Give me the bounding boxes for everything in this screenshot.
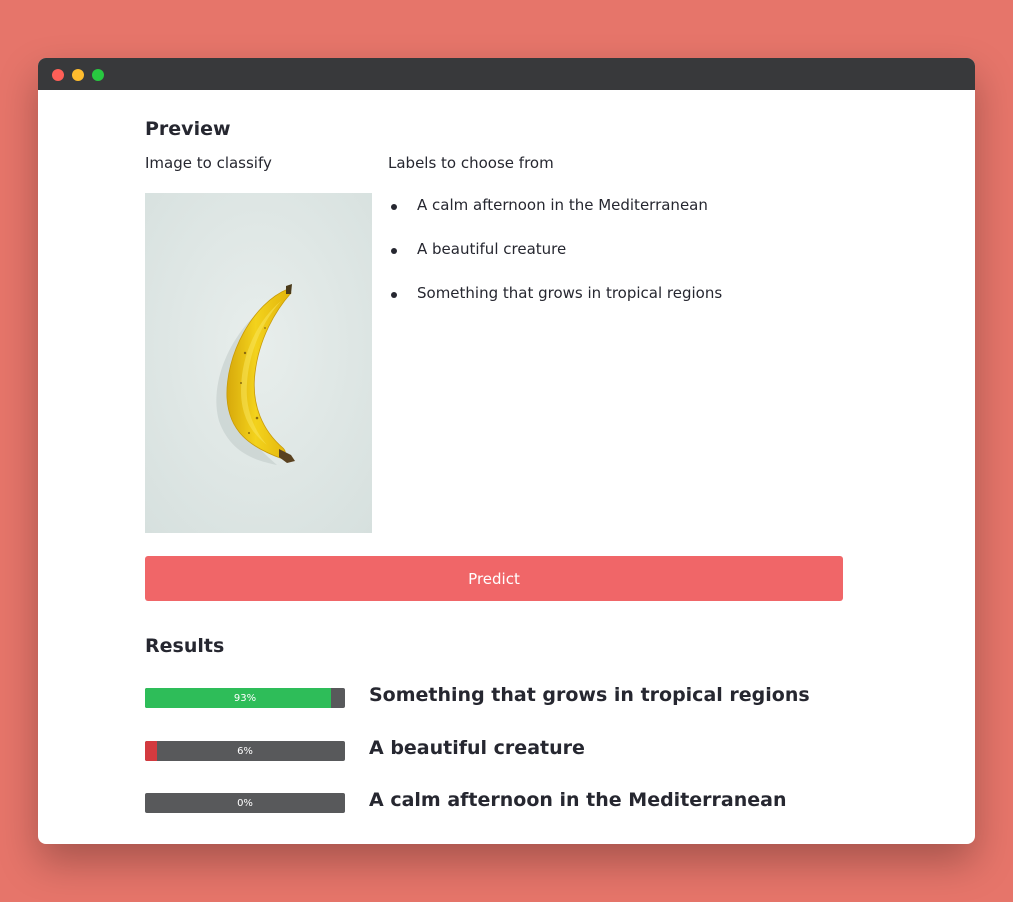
image-to-classify-label: Image to classify bbox=[145, 154, 272, 172]
label-text: A beautiful creature bbox=[417, 240, 567, 258]
minimize-window-dot-icon[interactable] bbox=[72, 69, 84, 81]
window-titlebar bbox=[38, 58, 975, 90]
confidence-percent: 0% bbox=[237, 797, 253, 809]
result-label: A beautiful creature bbox=[369, 737, 585, 759]
result-row: 6% A beautiful creature bbox=[145, 737, 843, 761]
result-label: Something that grows in tropical regions bbox=[369, 684, 810, 706]
labels-list: A calm afternoon in the Mediterranean A … bbox=[388, 196, 722, 328]
app-window: Preview Image to classify Labels to choo… bbox=[38, 58, 975, 844]
label-text: A calm afternoon in the Mediterranean bbox=[417, 196, 708, 214]
confidence-bar: 6% bbox=[145, 741, 345, 761]
result-label: A calm afternoon in the Mediterranean bbox=[369, 789, 787, 811]
confidence-percent: 6% bbox=[237, 745, 253, 757]
bullet-icon bbox=[391, 204, 397, 210]
preview-heading: Preview bbox=[145, 118, 231, 140]
bullet-icon bbox=[391, 292, 397, 298]
labels-to-choose-label: Labels to choose from bbox=[388, 154, 554, 172]
list-item: Something that grows in tropical regions bbox=[388, 284, 722, 328]
result-row: 93% Something that grows in tropical reg… bbox=[145, 684, 843, 708]
bullet-icon bbox=[391, 248, 397, 254]
list-item: A calm afternoon in the Mediterranean bbox=[388, 196, 722, 240]
list-item: A beautiful creature bbox=[388, 240, 722, 284]
predict-button[interactable]: Predict bbox=[145, 556, 843, 601]
result-row: 0% A calm afternoon in the Mediterranean bbox=[145, 789, 843, 813]
banana-image bbox=[145, 193, 372, 533]
maximize-window-dot-icon[interactable] bbox=[92, 69, 104, 81]
confidence-bar: 93% bbox=[145, 688, 345, 708]
results-heading: Results bbox=[145, 635, 225, 657]
close-window-dot-icon[interactable] bbox=[52, 69, 64, 81]
confidence-bar: 0% bbox=[145, 793, 345, 813]
banana-illustration bbox=[145, 193, 372, 533]
confidence-percent: 93% bbox=[233, 692, 257, 704]
label-text: Something that grows in tropical regions bbox=[417, 284, 723, 302]
